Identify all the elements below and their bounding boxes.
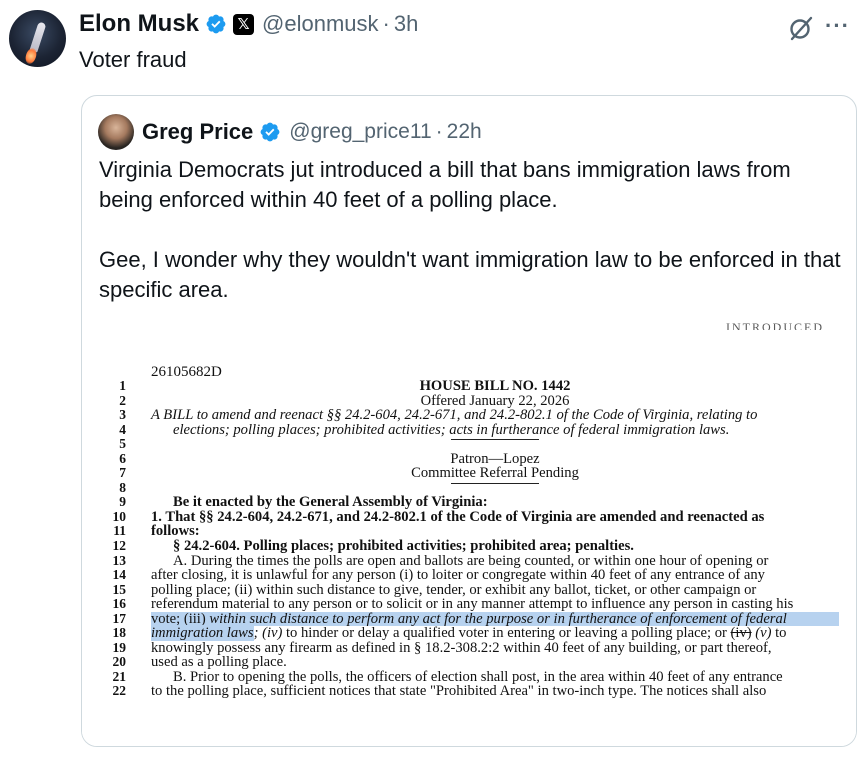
- line-number: 1: [119, 378, 126, 393]
- bill-document-image[interactable]: INTRODUCED 26105682D 1 2 3 4 5 6 7 8 9 10 11 12 13 14…: [82, 320, 856, 746]
- bill-line: immigration laws; (iv) to hinder or dela…: [151, 625, 839, 642]
- line-number: 6: [119, 450, 126, 466]
- bill-offered-date: Offered January 22, 2026: [420, 392, 570, 409]
- line-number: 7: [119, 465, 126, 481]
- line-number: 22: [112, 683, 127, 699]
- quoted-author-avatar[interactable]: [98, 114, 134, 150]
- line-number: 2: [119, 392, 126, 408]
- header-separator: ·: [382, 11, 390, 36]
- line-number: 9: [119, 494, 126, 510]
- enacting-clause: Be it enacted by the General Assembly of…: [173, 494, 488, 511]
- bill-line: knowingly possess any firearm as defined…: [151, 639, 772, 656]
- divider-line: [151, 437, 839, 452]
- line-number: 5: [119, 436, 126, 452]
- document-top-mark: INTRODUCED: [726, 320, 824, 330]
- line-number: 19: [112, 639, 127, 655]
- bill-line: polling place; (ii) within such distance…: [151, 581, 757, 598]
- bill-line: A. During the times the polls are open a…: [173, 552, 769, 569]
- bill-line: after closing, it is unlawful for any pe…: [151, 567, 765, 584]
- quoted-author-handle[interactable]: @greg_price11: [289, 120, 431, 144]
- section-heading: § 24.2-604. Polling places; prohibited a…: [173, 538, 634, 555]
- inserted-text: (v): [751, 625, 772, 642]
- line-number: 16: [112, 596, 127, 612]
- bill-line: B. Prior to opening the polls, the offic…: [173, 668, 783, 685]
- author-name[interactable]: Elon Musk: [79, 10, 199, 38]
- line-number: 11: [113, 523, 126, 539]
- line-number: 13: [112, 552, 127, 568]
- bill-summary-line: A BILL to amend and reenact §§ 24.2-604,…: [151, 407, 758, 424]
- highlighted-bill-line: vote; (iii) within such distance to perf…: [151, 611, 839, 627]
- line-number: 17: [112, 610, 127, 626]
- line-number: 8: [119, 479, 126, 495]
- line-number: 14: [112, 567, 127, 583]
- quoted-tweet-card[interactable]: Greg Price @greg_price11 · 22h Virginia …: [81, 95, 857, 747]
- tweet-timestamp[interactable]: 3h: [394, 11, 418, 37]
- line-number: 15: [112, 581, 127, 597]
- tweet-header: Elon Musk 𝕏 @elonmusk · 3h: [79, 8, 418, 40]
- bill-title: HOUSE BILL NO. 1442: [419, 378, 571, 394]
- bill-text: to hinder or delay a qualified voter in …: [282, 625, 731, 642]
- bill-text: to: [771, 625, 787, 642]
- quoted-tweet-text: Virginia Democrats jut introduced a bill…: [99, 155, 844, 305]
- tweet-text: Voter fraud: [79, 47, 187, 72]
- line-number: 10: [112, 508, 127, 524]
- bill-line: used as a polling place.: [151, 654, 287, 671]
- verified-badge-icon: [260, 122, 280, 142]
- quoted-header-separator: ·: [435, 120, 443, 143]
- line-number: 4: [119, 421, 126, 437]
- bill-committee: Committee Referral Pending: [411, 465, 579, 482]
- more-options-icon[interactable]: ···: [825, 15, 855, 40]
- x-affiliation-icon: 𝕏: [233, 13, 255, 35]
- bill-line: to the polling place, sufficient notices…: [151, 683, 767, 700]
- line-number: 12: [112, 538, 127, 554]
- quoted-tweet-header: Greg Price @greg_price11 · 22h: [142, 116, 482, 148]
- line-numbers: 1 2 3 4 5 6 7 8 9 10 11 12 13 14 15 16 17 18 19 20 21 22: [102, 378, 127, 699]
- bill-summary-line: elections; polling places; prohibited ac…: [173, 421, 730, 438]
- grok-icon[interactable]: [787, 14, 815, 42]
- author-handle[interactable]: @elonmusk: [262, 11, 379, 37]
- inserted-text: immigration laws: [151, 625, 254, 642]
- line-number: 21: [112, 668, 127, 684]
- quoted-tweet-timestamp[interactable]: 22h: [447, 120, 482, 144]
- bill-patron: Patron—Lopez: [450, 450, 540, 467]
- inserted-text: ; (iv): [253, 625, 283, 642]
- line-number: 20: [112, 654, 127, 670]
- document-text: HOUSE BILL NO. 1442 Offered January 22, …: [151, 379, 839, 699]
- bill-line: referendum material to any person or to …: [151, 596, 794, 613]
- quoted-paragraph: Virginia Democrats jut introduced a bill…: [99, 157, 791, 212]
- divider-line: [151, 481, 839, 496]
- quoted-paragraph: Gee, I wonder why they wouldn't want imm…: [99, 247, 841, 302]
- bill-line: follows:: [151, 523, 200, 540]
- author-avatar[interactable]: [9, 10, 66, 67]
- line-number: 3: [119, 407, 126, 423]
- line-number: 18: [112, 625, 127, 641]
- bill-line: 1. That §§ 24.2-604, 24.2-671, and 24.2-…: [151, 508, 765, 525]
- verified-badge-icon: [206, 14, 226, 34]
- struck-text: (iv): [730, 625, 752, 642]
- quoted-author-name[interactable]: Greg Price: [142, 119, 253, 145]
